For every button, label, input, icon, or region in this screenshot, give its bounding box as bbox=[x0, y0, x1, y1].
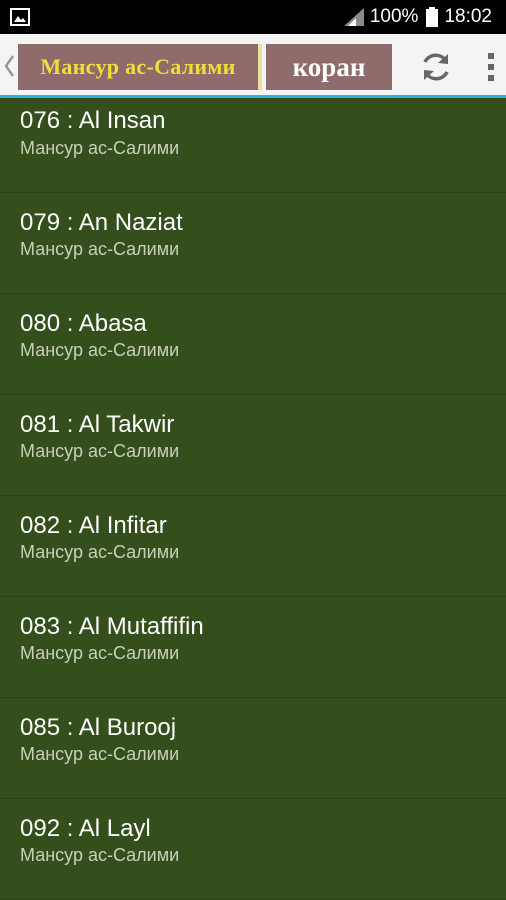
list-item[interactable]: 083 : Al Mutaffifin Мансур ас-Салими bbox=[0, 597, 506, 698]
battery-icon bbox=[426, 7, 439, 27]
clock: 18:02 bbox=[444, 6, 492, 27]
item-title: 081 : Al Takwir bbox=[20, 411, 175, 438]
surah-list: 076 : Al Insan Мансур ас-Салими 079 : An… bbox=[0, 101, 506, 900]
app-subtitle-banner: коран bbox=[266, 44, 392, 90]
item-subtitle: Мансур ас-Салими bbox=[20, 542, 180, 562]
item-subtitle: Мансур ас-Салими bbox=[20, 340, 180, 360]
status-right: 100% 18:02 bbox=[343, 0, 492, 34]
item-title: 092 : Al Layl bbox=[20, 815, 151, 842]
more-vert-icon bbox=[488, 53, 494, 81]
item-title: 083 : Al Mutaffifin bbox=[20, 613, 204, 640]
gallery-notification-icon bbox=[10, 8, 30, 26]
back-chevron-icon[interactable] bbox=[2, 50, 16, 82]
list-item[interactable]: 092 : Al Layl Мансур ас-Салими bbox=[0, 799, 506, 900]
battery-percent: 100% bbox=[369, 6, 419, 27]
item-subtitle: Мансур ас-Салими bbox=[20, 138, 180, 158]
item-subtitle: Мансур ас-Салими bbox=[20, 845, 180, 865]
item-title: 080 : Abasa bbox=[20, 310, 147, 337]
app-bar: Мансур ас-Салими коран bbox=[0, 34, 506, 98]
list-item[interactable]: 076 : Al Insan Мансур ас-Салими bbox=[0, 101, 506, 193]
refresh-button[interactable] bbox=[416, 47, 456, 87]
item-subtitle: Мансур ас-Салими bbox=[20, 239, 180, 259]
app-title: Мансур ас-Салими bbox=[40, 54, 236, 79]
app-subtitle: коран bbox=[292, 51, 366, 82]
item-title: 085 : Al Burooj bbox=[20, 714, 177, 741]
item-title: 079 : An Naziat bbox=[20, 209, 183, 236]
item-title: 076 : Al Insan bbox=[20, 107, 166, 134]
item-subtitle: Мансур ас-Салими bbox=[20, 441, 180, 461]
app-title-banner: Мансур ас-Салими bbox=[18, 44, 262, 90]
signal-icon bbox=[343, 8, 364, 26]
item-subtitle: Мансур ас-Салими bbox=[20, 643, 180, 663]
overflow-menu-button[interactable] bbox=[478, 48, 504, 86]
list-item[interactable]: 085 : Al Burooj Мансур ас-Салими bbox=[0, 698, 506, 799]
list-item[interactable]: 079 : An Naziat Мансур ас-Салими bbox=[0, 193, 506, 294]
item-title: 082 : Al Infitar bbox=[20, 512, 167, 539]
status-bar: 100% 18:02 bbox=[0, 0, 506, 34]
list-item[interactable]: 081 : Al Takwir Мансур ас-Салими bbox=[0, 395, 506, 496]
refresh-icon bbox=[423, 53, 449, 81]
list-item[interactable]: 082 : Al Infitar Мансур ас-Салими bbox=[0, 496, 506, 597]
item-subtitle: Мансур ас-Салими bbox=[20, 744, 180, 764]
list-item[interactable]: 080 : Abasa Мансур ас-Салими bbox=[0, 294, 506, 395]
